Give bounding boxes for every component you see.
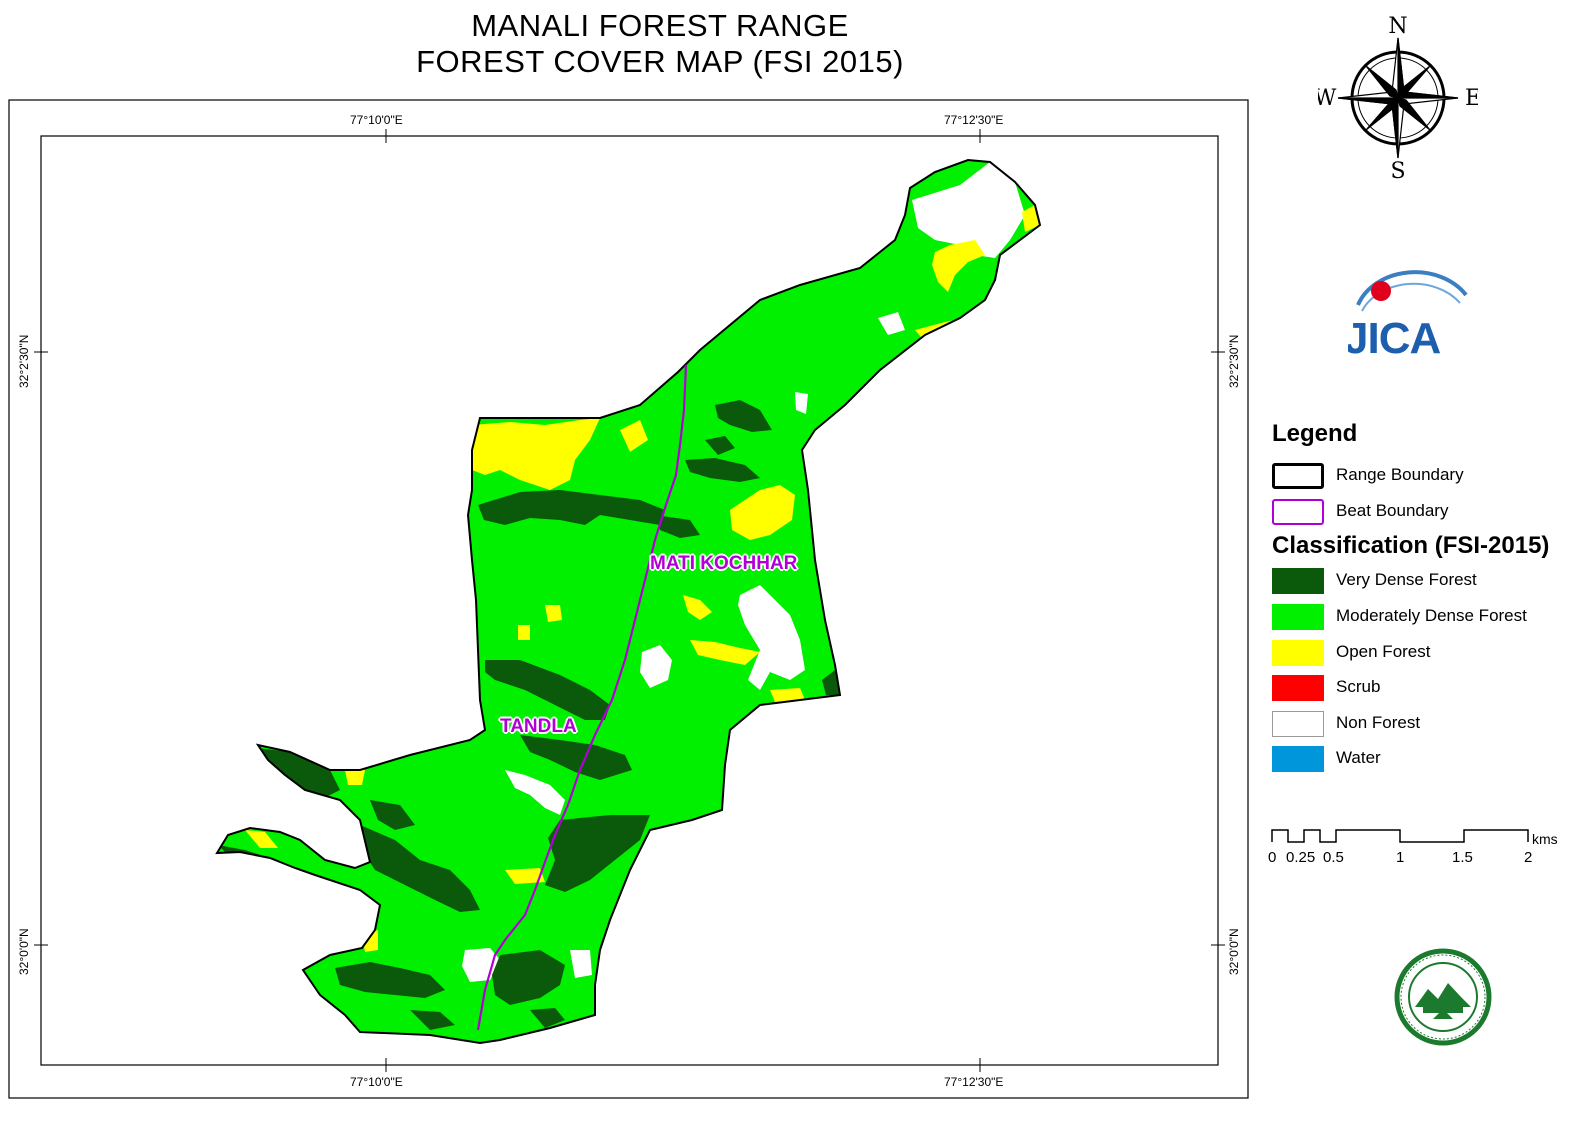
legend-label-open-forest: Open Forest (1336, 642, 1431, 661)
jica-logo-text: JICA (1348, 314, 1440, 363)
coord-right-lower: 32°0'0"N (1227, 928, 1241, 975)
compass-n: N (1388, 14, 1407, 39)
classification-title: Classification (FSI-2015) (1272, 532, 1550, 559)
north-arrow-compass: N S W E (1314, 10, 1481, 185)
coord-bottom-left: 77°10'0"E (350, 1075, 403, 1089)
beat-label-mati-kochhar: MATI KOCHHAR (650, 553, 798, 574)
water-swatch (1272, 746, 1324, 772)
compass-w: W (1318, 86, 1337, 111)
scale-unit: kms (1532, 831, 1558, 847)
forest-cover-raster (217, 160, 1040, 1043)
very-dense-forest-swatch (1272, 568, 1324, 594)
compass-s: S (1390, 159, 1405, 180)
legend-label-water: Water (1336, 748, 1381, 767)
scale-tick-0-25: 0.25 (1286, 849, 1315, 866)
coord-top-right: 77°12'30"E (944, 113, 1004, 127)
moderately-dense-forest-area (217, 160, 1040, 1043)
legend-label-moderately-dense-forest: Moderately Dense Forest (1336, 606, 1527, 625)
legend-label-range-boundary: Range Boundary (1336, 465, 1464, 484)
legend-label-beat-boundary: Beat Boundary (1336, 501, 1449, 520)
beat-boundary-swatch (1272, 499, 1324, 525)
coord-left-lower: 32°0'0"N (17, 928, 31, 975)
scale-tick-1-5: 1.5 (1452, 849, 1473, 866)
range-boundary-swatch (1272, 463, 1324, 489)
legend-label-very-dense-forest: Very Dense Forest (1336, 570, 1477, 589)
scale-bar-segments (1271, 829, 1529, 843)
legend-label-scrub: Scrub (1336, 677, 1381, 696)
coord-top-left: 77°10'0"E (350, 113, 403, 127)
legend-title: Legend (1272, 420, 1358, 447)
coord-right-upper: 32°2'30"N (1227, 334, 1241, 388)
scale-tick-0-5: 0.5 (1323, 849, 1344, 866)
legend-label-non-forest: Non Forest (1336, 713, 1421, 732)
coord-bottom-right: 77°12'30"E (944, 1075, 1004, 1089)
scrub-swatch (1272, 675, 1324, 701)
scale-tick-1: 1 (1396, 849, 1404, 866)
non-forest-swatch (1272, 711, 1324, 737)
scale-tick-0: 0 (1268, 849, 1276, 866)
scale-tick-2: 2 (1524, 849, 1532, 866)
moderately-dense-forest-swatch (1272, 604, 1324, 630)
scale-bar: 0 0.25 0.5 1 1.5 2 kms (1268, 822, 1568, 877)
compass-e: E (1465, 86, 1478, 111)
beat-label-tandla: TANDLA (500, 716, 577, 737)
forest-department-emblem (1393, 947, 1493, 1052)
coord-left-upper: 32°2'30"N (17, 334, 31, 388)
open-forest-swatch (1272, 640, 1324, 666)
jica-logo: JICA (1344, 255, 1478, 370)
